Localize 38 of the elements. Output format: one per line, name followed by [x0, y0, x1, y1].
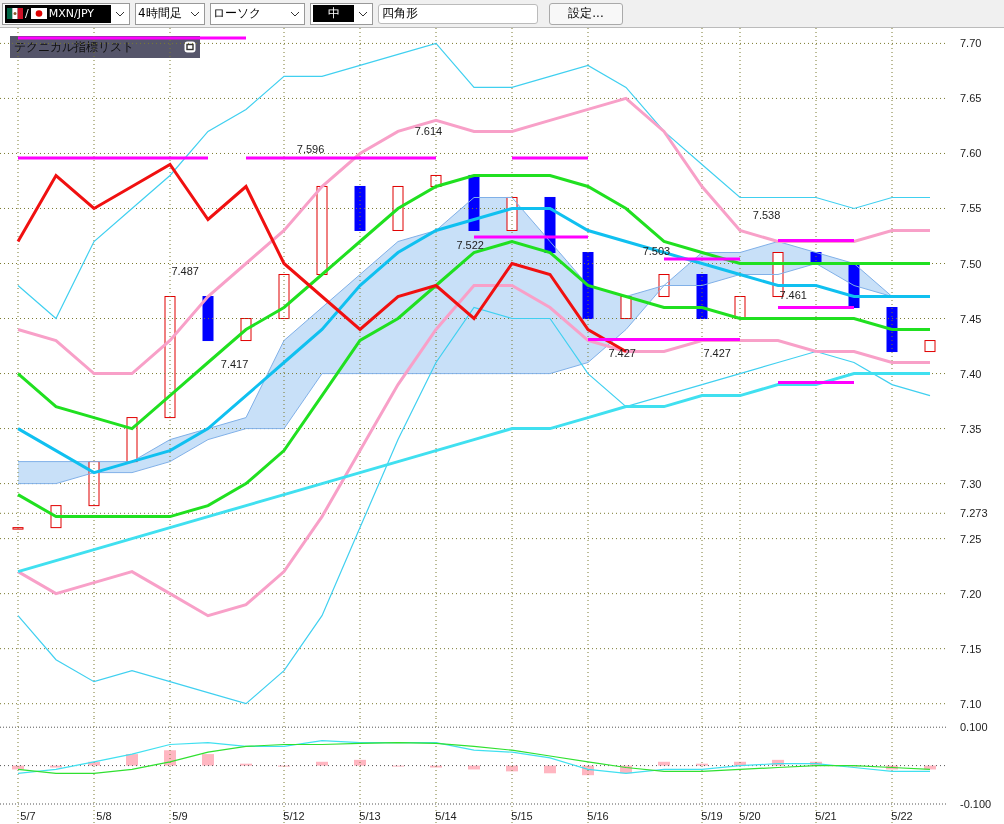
axis-label: 7.10: [960, 697, 982, 710]
date-label: 5/16: [587, 810, 609, 822]
price-label: 7.417: [220, 358, 249, 371]
date-label: 5/21: [815, 810, 837, 822]
price-label: 7.487: [171, 264, 199, 277]
axis-label: 7.15: [960, 642, 982, 655]
date-label: 5/9: [172, 810, 188, 822]
price-label: 7.538: [752, 209, 781, 222]
axis-label: 7.45: [960, 312, 982, 325]
axis-label: 7.25: [960, 532, 982, 545]
axis-label: -0.100: [960, 798, 992, 810]
price-label: 7.461: [779, 288, 807, 301]
axis-label: 7.65: [960, 92, 982, 105]
price-label: 7.427: [703, 347, 731, 360]
date-label: 5/13: [359, 810, 381, 822]
price-label: 7.427: [608, 347, 636, 360]
axis-label: 7.40: [960, 367, 982, 380]
axis-label: 7.70: [960, 37, 982, 50]
axis-label: 0.100: [960, 721, 988, 734]
axis-label: 7.50: [960, 257, 982, 270]
price-label: 7.522: [456, 239, 484, 252]
axis-label: 7.20: [960, 587, 982, 600]
date-label: 5/8: [96, 810, 112, 822]
date-label: 5/20: [739, 810, 761, 822]
date-label: 5/19: [701, 810, 723, 822]
axis-label: 7.55: [960, 202, 982, 215]
date-label: 5/14: [435, 810, 457, 822]
date-label: 5/15: [511, 810, 533, 822]
axis-label: 7.60: [960, 147, 982, 160]
price-label: 7.596: [296, 143, 325, 156]
price-label: 7.614: [414, 124, 443, 137]
panel-title: テクニカル指標リスト: [14, 38, 134, 56]
date-label: 5/22: [891, 810, 913, 822]
date-label: 5/7: [20, 810, 36, 822]
axis-label: 7.273: [960, 507, 988, 520]
date-label: 5/12: [283, 810, 305, 822]
axis-label: 7.30: [960, 477, 982, 490]
axis-label: 7.35: [960, 422, 982, 435]
